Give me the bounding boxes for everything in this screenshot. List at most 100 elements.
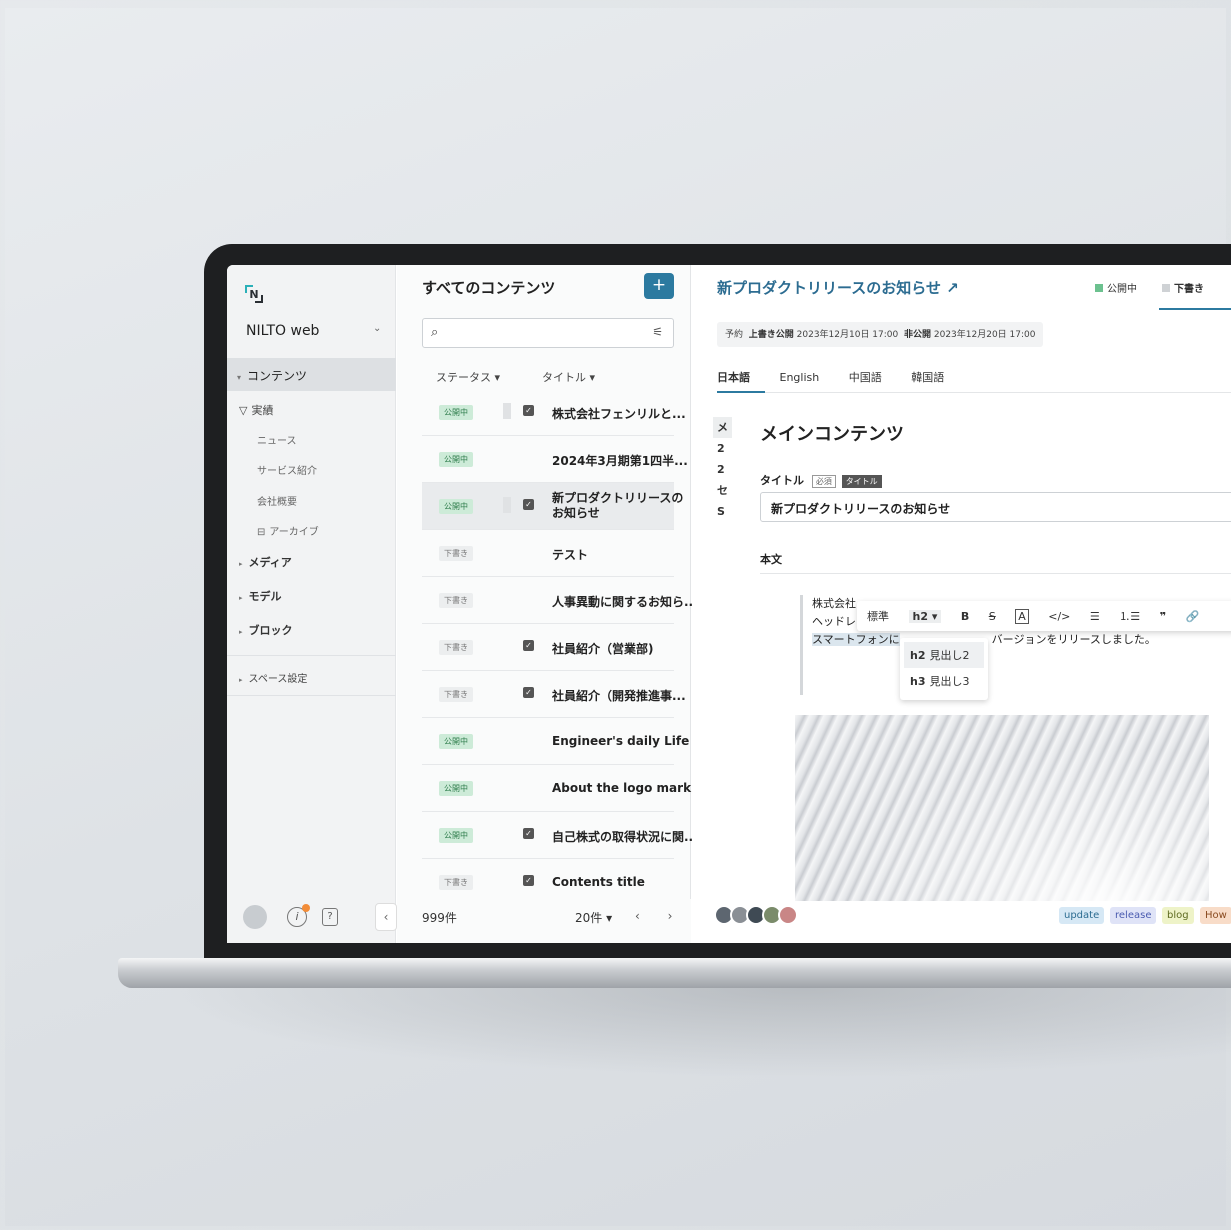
tag-chip[interactable]: blog — [1162, 907, 1194, 924]
sidebar-item-block[interactable]: ▸ ブロック — [239, 622, 293, 638]
sidebar: N NILTO web ⌄ ▾ コンテンツ ▽ 実績 ニュース サービス紹介 会社概… — [227, 265, 397, 943]
sidebar-item-company[interactable]: 会社概要 — [257, 493, 297, 508]
row-title: About the logo mark — [552, 781, 692, 795]
bullet-list-icon[interactable]: ☰ — [1090, 610, 1100, 623]
table-row[interactable]: 公開中 About the logo mark — [422, 765, 691, 812]
sidebar-item-label: アーカイブ — [269, 527, 319, 538]
tab-english[interactable]: English — [780, 371, 820, 384]
table-row[interactable]: 下書き ✓ 社員紹介（開発推進事... — [422, 671, 686, 718]
outline-nav: メ 2 2 セ S — [713, 417, 732, 522]
column-header-title[interactable]: タイトル ▾ — [542, 369, 595, 385]
logo-letter: N — [249, 287, 259, 301]
section-heading: メインコンテンツ — [760, 424, 904, 445]
sidebar-item-label: メディア — [248, 556, 292, 569]
tag-chip[interactable]: How — [1200, 907, 1231, 924]
status-badge: 公開中 — [439, 734, 473, 749]
check-icon: ✓ — [523, 640, 534, 651]
row-title: 社員紹介（営業部) — [552, 642, 654, 656]
sidebar-item-media[interactable]: ▸ メディア — [239, 554, 292, 570]
sidebar-item-archive[interactable]: ⊟ アーカイブ — [257, 523, 319, 538]
table-row[interactable]: 下書き ✓ 社員紹介（営業部) — [422, 624, 674, 671]
row-title: 2024年3月期第1四半... — [552, 454, 688, 468]
tag-chip[interactable]: update — [1059, 907, 1105, 924]
filter-settings-icon[interactable]: ⚟ — [652, 325, 663, 339]
table-row[interactable]: 公開中 ✓ 自己株式の取得状況に関.. — [422, 812, 692, 859]
sidebar-item-jisseki[interactable]: ▽ 実績 — [239, 402, 273, 418]
quote-icon[interactable]: ❞ — [1160, 610, 1166, 623]
sidebar-item-contents[interactable]: ▾ コンテンツ — [227, 358, 396, 391]
pagination-arrows[interactable]: ‹ › — [635, 909, 684, 923]
sidebar-item-news[interactable]: ニュース — [257, 432, 297, 447]
table-row[interactable]: 公開中 ✓ 株式会社フェンリルと... — [422, 389, 686, 436]
dropdown-option-h2[interactable]: h2 見出し2 — [904, 642, 984, 668]
table-row-selected[interactable]: 公開中 ✓ 新プロダクトリリースの お知らせ — [422, 483, 683, 530]
tab-chinese[interactable]: 中国語 — [849, 371, 882, 384]
tag-chip[interactable]: release — [1110, 907, 1157, 924]
column-header-status[interactable]: ステータス ▾ — [436, 369, 500, 385]
check-icon: ✓ — [523, 499, 534, 510]
outline-item[interactable]: 2 — [717, 438, 732, 459]
status-badge: 公開中 — [439, 499, 473, 514]
divider — [760, 573, 1231, 574]
row-title: 社員紹介（開発推進事... — [552, 689, 686, 703]
caret-right-icon: ▸ — [239, 594, 243, 602]
language-tabs: 日本語 English 中国語 韓国語 — [717, 369, 970, 385]
check-icon: ✓ — [523, 875, 534, 886]
sidebar-item-space-settings[interactable]: ▸ スペース設定 — [239, 670, 307, 685]
schedule-overwrite-label: 上書き公開 — [748, 330, 794, 340]
laptop-shadow — [160, 988, 1231, 1078]
schedule-unpublish-date: 2023年12月20日 17:00 — [933, 330, 1036, 340]
help-icon[interactable]: ? — [322, 908, 338, 926]
text-box-icon[interactable]: A — [1015, 609, 1029, 624]
workspace-name[interactable]: NILTO web — [246, 323, 319, 339]
chevron-down-icon[interactable]: ⌄ — [373, 323, 381, 334]
format-toolbar: 標準 h2 ▾ B S A </> ☰ ⒈☰ ❞ 🔗 — [857, 601, 1231, 631]
field-label-text: タイトル — [760, 474, 804, 487]
table-row[interactable]: 公開中 Engineer's daily Life — [422, 718, 689, 765]
table-row[interactable]: 公開中 2024年3月期第1四半... — [422, 436, 688, 483]
nilto-logo[interactable]: N — [243, 283, 265, 305]
user-avatar[interactable] — [243, 905, 267, 929]
blockquote-bar — [800, 595, 803, 695]
strikethrough-icon[interactable]: S — [989, 610, 996, 623]
link-icon[interactable]: 🔗 — [1186, 610, 1200, 623]
row-title: Engineer's daily Life — [552, 734, 690, 748]
sidebar-item-model[interactable]: ▸ モデル — [239, 588, 282, 604]
active-tab-indicator — [1159, 308, 1231, 310]
title-field[interactable]: 新プロダクトリリースのお知らせ — [760, 492, 1231, 522]
outline-item[interactable]: 2 — [717, 459, 732, 480]
heading-select[interactable]: h2 ▾ — [908, 610, 942, 623]
sidebar-item-services[interactable]: サービス紹介 — [257, 462, 317, 477]
table-row[interactable]: 下書き 人事異動に関するお知ら.. — [422, 577, 692, 624]
status-badge: 公開中 — [439, 405, 473, 420]
add-content-button[interactable]: + — [644, 273, 674, 299]
row-title: 人事異動に関するお知ら.. — [552, 595, 692, 609]
option-label: 見出し3 — [929, 675, 970, 688]
collapse-sidebar-button[interactable]: ‹ — [375, 903, 397, 931]
row-title: 自己株式の取得状況に関.. — [552, 830, 692, 844]
tab-draft[interactable]: 下書き — [1162, 280, 1204, 295]
laptop-base — [118, 958, 1231, 988]
code-icon[interactable]: </> — [1048, 610, 1070, 623]
normal-text-button[interactable]: 標準 — [867, 608, 889, 624]
schedule-unpublish-label: 非公開 — [903, 330, 931, 340]
table-row[interactable]: 下書き テスト — [422, 530, 674, 577]
active-lang-indicator — [717, 391, 765, 393]
outline-item[interactable]: S — [717, 501, 732, 522]
bold-icon[interactable]: B — [961, 610, 969, 623]
outline-item[interactable]: セ — [717, 480, 732, 501]
avatar[interactable] — [778, 905, 798, 925]
outline-item[interactable]: メ — [713, 417, 732, 438]
search-input[interactable]: ⌕ ⚟ — [422, 318, 674, 348]
tab-published[interactable]: 公開中 — [1095, 280, 1137, 295]
list-title: すべてのコンテンツ — [422, 279, 556, 297]
tab-korean[interactable]: 韓国語 — [911, 371, 944, 384]
entry-title-link[interactable]: 新プロダクトリリースのお知らせ ↗ — [717, 277, 959, 298]
tab-japanese[interactable]: 日本語 — [717, 371, 750, 384]
numbered-list-icon[interactable]: ⒈☰ — [1119, 608, 1140, 624]
selected-text: スマートフォンに — [812, 633, 900, 646]
status-badge: 下書き — [439, 546, 473, 561]
per-page-select[interactable]: 20件 ▾ — [575, 909, 612, 926]
dropdown-option-h3[interactable]: h3 見出し3 — [904, 668, 984, 694]
option-label: 見出し2 — [929, 649, 970, 662]
